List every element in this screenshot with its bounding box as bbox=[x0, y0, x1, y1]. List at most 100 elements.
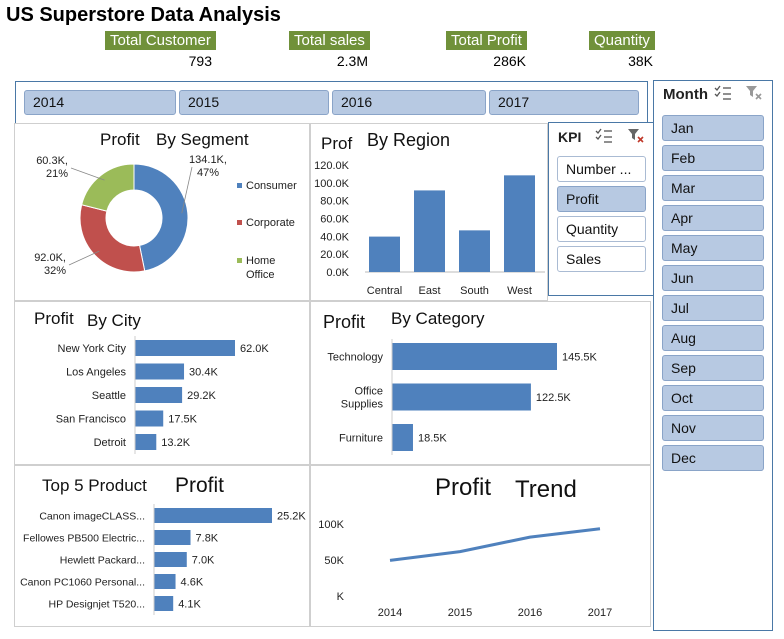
segment-slice-corporate bbox=[79, 204, 146, 273]
region-x-tick-label: West bbox=[507, 285, 532, 297]
product-bar bbox=[154, 574, 176, 589]
city-data-label: 29.2K bbox=[187, 390, 216, 402]
kpi-option-profit[interactable]: Profit bbox=[557, 186, 646, 212]
multi-select-icon[interactable] bbox=[595, 128, 613, 144]
region-bar-central bbox=[369, 236, 400, 272]
month-button-sep[interactable]: Sep bbox=[662, 355, 764, 381]
category-panel: Profit By Category Technology 145.5K Offic… bbox=[310, 301, 651, 465]
category-data-label: 18.5K bbox=[418, 433, 447, 445]
month-button-mar[interactable]: Mar bbox=[662, 175, 764, 201]
category-bar bbox=[392, 424, 413, 451]
segment-donut-chart: 134.1K, 47% 92.0K, 32% 60.3K, 21% Consumer Corp… bbox=[34, 154, 297, 281]
city-panel: Profit By City New York City 62.0K Los Ang… bbox=[14, 301, 310, 465]
region-y-tick-label: 120.0K bbox=[314, 160, 350, 172]
city-category-label: New York City bbox=[58, 343, 127, 355]
product-category-label: Canon imageCLASS... bbox=[39, 511, 145, 523]
clear-filter-icon[interactable] bbox=[627, 128, 645, 144]
clear-filter-icon[interactable] bbox=[745, 85, 763, 101]
region-bar-south bbox=[459, 230, 490, 272]
month-button-oct[interactable]: Oct bbox=[662, 385, 764, 411]
product-category-label: Fellowes PB500 Electric... bbox=[23, 533, 145, 545]
year-button-2016[interactable]: 2016 bbox=[332, 90, 486, 115]
city-bar bbox=[135, 340, 235, 356]
trend-x-tick-label: 2015 bbox=[448, 607, 472, 619]
product-bar bbox=[154, 552, 187, 567]
segment-legend-label: Home Office bbox=[246, 255, 275, 281]
month-button-jul[interactable]: Jul bbox=[662, 295, 764, 321]
product-category-label: HP Designjet T520... bbox=[49, 599, 146, 611]
city-data-label: 62.0K bbox=[240, 343, 269, 355]
city-data-label: 13.2K bbox=[161, 437, 190, 449]
month-button-apr[interactable]: Apr bbox=[662, 205, 764, 231]
kpi-option-number[interactable]: Number ... bbox=[557, 156, 646, 182]
region-y-tick-label: 20.0K bbox=[320, 249, 349, 261]
kpi-value-quantity: 38K bbox=[628, 53, 653, 69]
city-category-label: Detroit bbox=[94, 437, 126, 449]
city-bar bbox=[135, 363, 185, 380]
year-button-2014[interactable]: 2014 bbox=[24, 90, 176, 115]
product-data-label: 4.1K bbox=[178, 599, 201, 611]
region-y-tick-label: 80.0K bbox=[320, 196, 349, 208]
product-bar bbox=[154, 530, 191, 545]
product-data-label: 4.6K bbox=[181, 577, 204, 589]
category-data-label: 145.5K bbox=[562, 352, 598, 364]
category-bar bbox=[392, 343, 557, 370]
segment-leader-line bbox=[68, 250, 100, 266]
segment-legend-swatch bbox=[237, 220, 242, 225]
year-button-2015[interactable]: 2015 bbox=[179, 90, 329, 115]
month-button-jun[interactable]: Jun bbox=[662, 265, 764, 291]
region-bar-west bbox=[504, 175, 535, 272]
month-slicer-title: Month bbox=[663, 86, 708, 103]
region-bar-east bbox=[414, 190, 445, 272]
kpi-label-total-sales: Total sales bbox=[289, 31, 370, 50]
segment-panel: Profit By Segment 134.1K, 47% 92.0K, 32% 60.… bbox=[14, 123, 310, 301]
trend-x-tick-label: 2017 bbox=[588, 607, 612, 619]
kpi-label-quantity: Quantity bbox=[589, 31, 655, 50]
region-y-tick-label: 0.0K bbox=[326, 267, 349, 279]
kpi-value-total-customer: 793 bbox=[188, 53, 212, 69]
month-button-may[interactable]: May bbox=[662, 235, 764, 261]
kpi-option-quantity[interactable]: Quantity bbox=[557, 216, 646, 242]
product-bar bbox=[154, 596, 174, 611]
kpi-label-total-customer: Total Customer bbox=[105, 31, 216, 50]
kpi-option-sales[interactable]: Sales bbox=[557, 246, 646, 272]
kpi-value-total-sales: 2.3M bbox=[336, 53, 368, 69]
product-data-label: 7.8K bbox=[196, 533, 219, 545]
month-button-dec[interactable]: Dec bbox=[662, 445, 764, 471]
segment-legend-label: Corporate bbox=[246, 217, 295, 229]
segment-legend-label: Consumer bbox=[246, 180, 297, 192]
segment-slice-consumer bbox=[133, 163, 189, 272]
region-y-tick-label: 60.0K bbox=[320, 214, 349, 226]
product-category-label: Canon PC1060 Personal... bbox=[20, 577, 145, 589]
year-button-2017[interactable]: 2017 bbox=[489, 90, 639, 115]
kpi-slicer: KPI Number ... Profit Quantity Sales bbox=[548, 122, 655, 296]
city-bar bbox=[135, 410, 164, 427]
category-bar-chart: Technology 145.5K Office Supplies 122.5K Furn… bbox=[327, 339, 598, 455]
category-category-label: Technology bbox=[327, 352, 383, 364]
kpi-slicer-title: KPI bbox=[558, 129, 582, 145]
category-category-label: Office Supplies bbox=[341, 386, 384, 411]
multi-select-icon[interactable] bbox=[714, 85, 732, 101]
trend-y-tick-label: 100K bbox=[318, 519, 344, 531]
region-y-tick-label: 100.0K bbox=[314, 178, 350, 190]
month-button-jan[interactable]: Jan bbox=[662, 115, 764, 141]
city-bar bbox=[135, 434, 157, 450]
region-x-tick-label: East bbox=[418, 285, 440, 297]
kpi-value-total-profit: 286K bbox=[493, 53, 526, 69]
segment-data-label: 92.0K, 32% bbox=[34, 252, 66, 277]
month-button-nov[interactable]: Nov bbox=[662, 415, 764, 441]
kpi-label-total-profit: Total Profit bbox=[446, 31, 527, 50]
segment-leader-line bbox=[70, 167, 105, 181]
trend-panel: Profit Trend K 50K 100K 2014 2015 2016 2017 bbox=[310, 465, 651, 627]
month-button-feb[interactable]: Feb bbox=[662, 145, 764, 171]
month-button-aug[interactable]: Aug bbox=[662, 325, 764, 351]
product-data-label: 7.0K bbox=[192, 555, 215, 567]
city-data-label: 30.4K bbox=[189, 367, 218, 379]
region-panel: Prof By Region 0.0K 20.0K 40.0K 60.0K 80.0K 1… bbox=[310, 123, 548, 301]
segment-data-label: 134.1K, 47% bbox=[189, 154, 227, 179]
product-category-label: Hewlett Packard... bbox=[60, 555, 145, 567]
region-x-tick-label: Central bbox=[367, 285, 402, 297]
products-panel: Top 5 Product Profit Canon imageCLASS...… bbox=[14, 465, 310, 627]
trend-x-tick-label: 2014 bbox=[378, 607, 402, 619]
city-category-label: San Francisco bbox=[56, 414, 126, 426]
